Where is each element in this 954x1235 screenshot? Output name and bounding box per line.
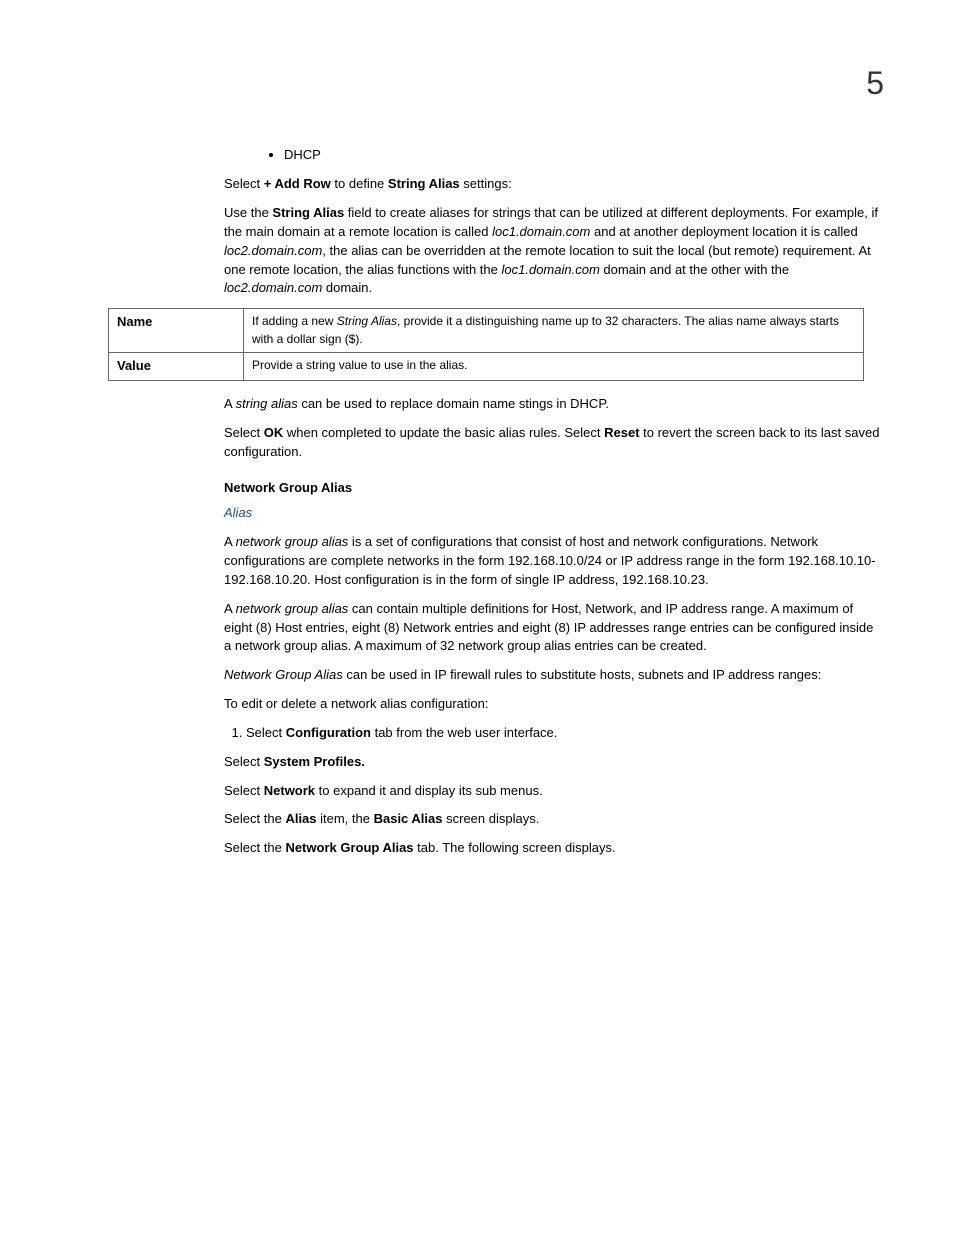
- text: If adding a new: [252, 314, 337, 328]
- text: to define: [331, 176, 388, 191]
- list-item: DHCP: [284, 146, 884, 165]
- bold-text: String Alias: [272, 205, 344, 220]
- italic-text: network group alias: [236, 534, 349, 549]
- alias-link[interactable]: Alias: [224, 505, 252, 520]
- paragraph: To edit or delete a network alias config…: [224, 695, 884, 714]
- italic-text: loc1.domain.com: [492, 224, 590, 239]
- text: A: [224, 534, 236, 549]
- bold-text: Configuration: [286, 725, 371, 740]
- text: Select: [224, 176, 264, 191]
- text: Select: [224, 425, 264, 440]
- text: domain.: [322, 280, 372, 295]
- term-cell: Name: [109, 309, 244, 353]
- page-number: 5: [112, 60, 884, 106]
- text: A: [224, 601, 236, 616]
- bold-text: String Alias: [388, 176, 460, 191]
- bold-text: Network: [264, 783, 315, 798]
- bold-text: System Profiles.: [264, 754, 365, 769]
- text: to expand it and display its sub menus.: [315, 783, 543, 798]
- list-item: Select Configuration tab from the web us…: [246, 724, 884, 743]
- text: tab. The following screen displays.: [414, 840, 616, 855]
- term-cell: Value: [109, 353, 244, 381]
- italic-text: loc2.domain.com: [224, 243, 322, 258]
- paragraph: A string alias can be used to replace do…: [224, 395, 884, 414]
- text: Select: [246, 725, 286, 740]
- definition-table: Name If adding a new String Alias, provi…: [108, 308, 864, 381]
- paragraph: Select System Profiles.: [224, 753, 884, 772]
- italic-text: loc1.domain.com: [502, 262, 600, 277]
- bullet-list: DHCP: [224, 146, 884, 165]
- text: Select: [224, 754, 264, 769]
- text: screen displays.: [443, 811, 540, 826]
- paragraph: Use the String Alias field to create ali…: [224, 204, 884, 298]
- paragraph: Select + Add Row to define String Alias …: [224, 175, 884, 194]
- bold-text: + Add Row: [264, 176, 331, 191]
- paragraph: A network group alias can contain multip…: [224, 600, 884, 657]
- text: Select the: [224, 811, 285, 826]
- text: can be used to replace domain name sting…: [298, 396, 609, 411]
- bold-text: Basic Alias: [374, 811, 443, 826]
- bold-text: OK: [264, 425, 284, 440]
- text: can be used in IP firewall rules to subs…: [343, 667, 822, 682]
- italic-text: Network Group Alias: [224, 667, 343, 682]
- desc-cell: Provide a string value to use in the ali…: [244, 353, 864, 381]
- italic-text: loc2.domain.com: [224, 280, 322, 295]
- text: settings:: [460, 176, 512, 191]
- bold-text: Reset: [604, 425, 639, 440]
- bold-text: Alias: [285, 811, 316, 826]
- text: tab from the web user interface.: [371, 725, 557, 740]
- text: Select the: [224, 840, 285, 855]
- italic-text: network group alias: [236, 601, 349, 616]
- paragraph: Network Group Alias can be used in IP fi…: [224, 666, 884, 685]
- paragraph: Select OK when completed to update the b…: [224, 424, 884, 462]
- italic-text: string alias: [236, 396, 298, 411]
- paragraph: Select Network to expand it and display …: [224, 782, 884, 801]
- italic-text: String Alias: [337, 314, 397, 328]
- paragraph: Select the Network Group Alias tab. The …: [224, 839, 884, 858]
- text: domain and at the other with the: [600, 262, 789, 277]
- text: item, the: [317, 811, 374, 826]
- link-line: Alias: [224, 504, 884, 523]
- ordered-list: Select Configuration tab from the web us…: [224, 724, 884, 743]
- text: A: [224, 396, 236, 411]
- paragraph: Select the Alias item, the Basic Alias s…: [224, 810, 884, 829]
- text: Use the: [224, 205, 272, 220]
- table-row: Value Provide a string value to use in t…: [109, 353, 864, 381]
- desc-cell: If adding a new String Alias, provide it…: [244, 309, 864, 353]
- body-content: DHCP Select + Add Row to define String A…: [112, 146, 884, 858]
- section-heading: Network Group Alias: [224, 479, 884, 498]
- text: when completed to update the basic alias…: [283, 425, 604, 440]
- paragraph: A network group alias is a set of config…: [224, 533, 884, 590]
- text: and at another deployment location it is…: [590, 224, 857, 239]
- text: Select: [224, 783, 264, 798]
- bold-text: Network Group Alias: [285, 840, 413, 855]
- table-row: Name If adding a new String Alias, provi…: [109, 309, 864, 353]
